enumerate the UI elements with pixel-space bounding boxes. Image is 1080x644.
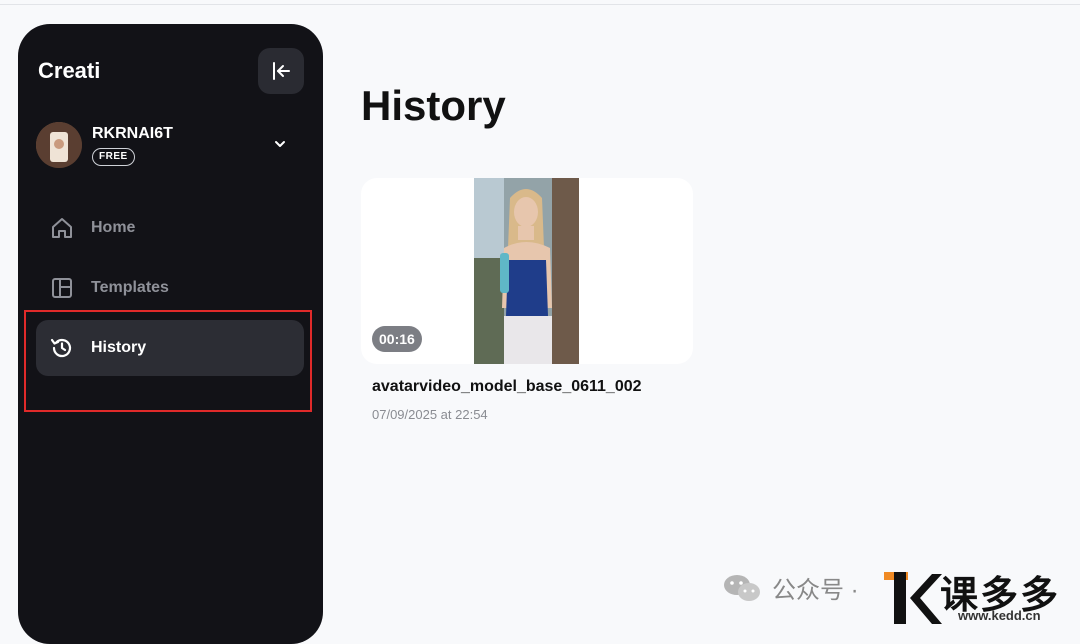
top-divider xyxy=(0,4,1080,5)
sidebar-item-label: Templates xyxy=(91,279,169,296)
collapse-left-icon xyxy=(273,62,290,80)
account-menu-button[interactable] xyxy=(272,136,288,157)
plan-badge: FREE xyxy=(92,148,135,166)
video-duration-badge: 00:16 xyxy=(372,326,422,352)
home-icon xyxy=(49,215,75,241)
collapse-sidebar-button[interactable] xyxy=(258,48,304,94)
wechat-icon xyxy=(724,574,760,601)
watermark-url: www.kedd.cn xyxy=(958,608,1041,623)
video-card[interactable]: 00:16 xyxy=(361,178,693,364)
app-brand: Creati xyxy=(38,58,101,83)
chevron-down-icon xyxy=(275,141,285,147)
highlight-annotation xyxy=(24,310,312,412)
avatar[interactable] xyxy=(36,122,82,168)
page-title: History xyxy=(361,82,506,129)
sidebar-item-templates[interactable]: Templates xyxy=(36,260,304,316)
watermark-wechat: 公众号 · xyxy=(722,570,859,605)
username: RKRNAI6T xyxy=(92,125,173,142)
avatar-image xyxy=(36,122,82,168)
video-thumbnail-image xyxy=(474,178,579,364)
video-date: 07/09/2025 at 22:54 xyxy=(372,407,488,422)
sidebar-item-label: Home xyxy=(91,219,136,236)
video-title[interactable]: avatarvideo_model_base_0611_002 xyxy=(372,378,642,396)
watermark-label: 公众号 · xyxy=(772,577,859,604)
sidebar-item-home[interactable]: Home xyxy=(36,200,304,256)
templates-icon xyxy=(49,275,75,301)
video-thumbnail[interactable] xyxy=(474,178,579,364)
